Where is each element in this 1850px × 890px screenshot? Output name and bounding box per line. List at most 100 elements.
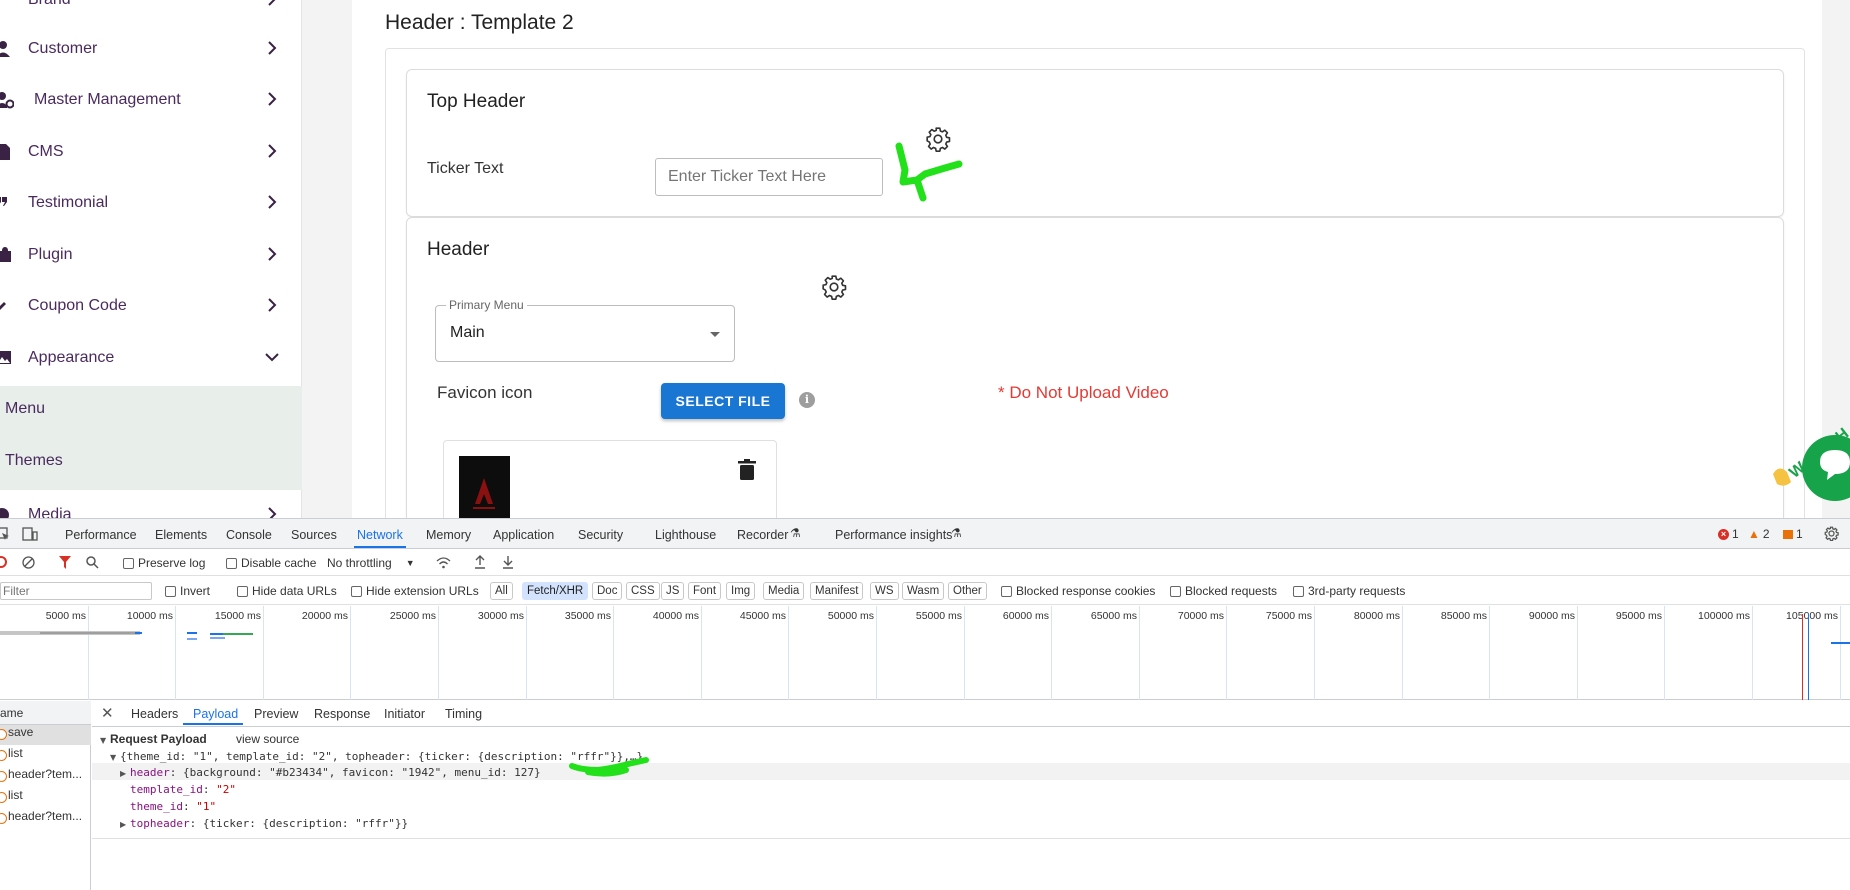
detail-tab-response[interactable]: Response (314, 707, 370, 721)
type-filter-all[interactable]: All (490, 582, 513, 600)
info-icon[interactable]: i (799, 392, 815, 408)
checkbox[interactable] (1293, 585, 1304, 597)
network-conditions-icon[interactable] (436, 556, 451, 569)
devtools-tab-recorder[interactable]: Recorder (737, 528, 788, 542)
preserve-log-checkbox[interactable]: Preserve log (123, 556, 205, 570)
sidebar-item-plugin[interactable]: Plugin (0, 232, 302, 278)
primary-menu-select[interactable]: Primary Menu Main (435, 298, 735, 362)
detail-tab-preview[interactable]: Preview (254, 707, 298, 721)
type-filter-doc[interactable]: Doc (592, 582, 623, 600)
hide-data-urls-checkbox[interactable]: Hide data URLs (237, 584, 337, 598)
sidebar-subitem-themes[interactable]: Themes (5, 452, 63, 470)
error-count-badge[interactable]: × 1 (1718, 527, 1739, 541)
chevron-right-icon (268, 92, 277, 106)
detail-tab-initiator[interactable]: Initiator (384, 707, 425, 721)
devtools-tab-application[interactable]: Application (493, 528, 554, 542)
blocked-requests-checkbox[interactable]: Blocked requests (1170, 584, 1277, 598)
timeline-tick-label: 10000 ms (126, 610, 173, 622)
record-icon[interactable] (0, 556, 7, 568)
type-filter-media[interactable]: Media (763, 582, 805, 600)
settings-gear-icon[interactable] (821, 274, 847, 300)
type-filter-wasm[interactable]: Wasm (902, 582, 945, 600)
timeline-tick-label: 75000 ms (1265, 610, 1312, 622)
inspect-element-icon[interactable] (0, 527, 10, 541)
devtools-settings-icon[interactable] (1824, 526, 1839, 541)
type-filter-js[interactable]: JS (661, 582, 685, 600)
request-list-header[interactable]: ame (0, 701, 91, 725)
upload-icon[interactable] (474, 555, 486, 569)
throttling-select[interactable]: No throttling ▼ (327, 556, 415, 570)
devtools-tab-security[interactable]: Security (578, 528, 623, 542)
disable-cache-checkbox[interactable]: Disable cache (226, 556, 316, 570)
devtools-tab-network[interactable]: Network (357, 528, 403, 542)
devtools-tab-sources[interactable]: Sources (291, 528, 337, 542)
close-icon[interactable]: ✕ (101, 704, 114, 722)
select-file-button[interactable]: SELECT FILE (661, 383, 785, 419)
request-row-save[interactable]: save (0, 725, 91, 745)
third-party-requests-checkbox[interactable]: 3rd-party requests (1293, 584, 1405, 598)
sidebar-item-cms[interactable]: CMS (0, 129, 302, 175)
sidebar-item-coupon-code[interactable]: Coupon Code (0, 283, 302, 329)
checkbox[interactable] (123, 557, 134, 569)
timeline-request-bar (187, 632, 197, 634)
request-row-header[interactable]: header?tem... (0, 809, 91, 829)
sidebar-item-testimonial[interactable]: Testimonial (0, 180, 302, 226)
sidebar-item-appearance[interactable]: Appearance (0, 335, 302, 381)
detail-tab-headers[interactable]: Headers (131, 707, 178, 721)
payload-summary[interactable]: ▼ {theme_id: "1", template_id: "2", tophe… (110, 750, 643, 763)
search-icon[interactable] (86, 556, 99, 569)
timeline-gridline (1840, 606, 1841, 700)
issue-count-badge[interactable]: 1 (1783, 527, 1803, 541)
devtools-tab-memory[interactable]: Memory (426, 528, 471, 542)
detail-tab-timing[interactable]: Timing (445, 707, 482, 721)
payload-topheader-row[interactable]: ▶ topheader: {ticker: {description: "rffr… (120, 817, 408, 830)
filter-input[interactable] (0, 582, 152, 600)
timeline-gridline (788, 606, 789, 700)
checkbox[interactable] (237, 585, 248, 597)
checkbox[interactable] (351, 585, 362, 597)
devtools-tab-elements[interactable]: Elements (155, 528, 207, 542)
sidebar-item-customer[interactable]: Customer (0, 26, 302, 72)
sidebar-item-master-management[interactable]: Master Management (0, 77, 302, 123)
devtools-tab-performance-insights[interactable]: Performance insights (835, 528, 952, 542)
type-filter-manifest[interactable]: Manifest (810, 582, 864, 600)
devtools-tab-lighthouse[interactable]: Lighthouse (655, 528, 716, 542)
delete-trash-icon[interactable] (738, 459, 756, 481)
chat-widget[interactable]: We Are H (1765, 400, 1850, 518)
type-filter-fetch-xhr[interactable]: Fetch/XHR (522, 582, 589, 600)
app-window: Brand Customer Master Management CMS Tes… (0, 0, 1850, 518)
checkbox[interactable] (1001, 585, 1012, 597)
hide-extension-urls-checkbox[interactable]: Hide extension URLs (351, 584, 479, 598)
type-filter-ws[interactable]: WS (870, 582, 899, 600)
request-row-list[interactable]: list (0, 746, 91, 766)
clear-icon[interactable] (22, 556, 35, 569)
download-icon[interactable] (502, 555, 514, 569)
ticker-text-input[interactable] (655, 158, 883, 196)
detail-tab-payload[interactable]: Payload (193, 707, 238, 721)
devtools-tab-console[interactable]: Console (226, 528, 272, 542)
invert-checkbox[interactable]: Invert (165, 584, 210, 598)
payload-header-row[interactable]: ▶ header: {background: "#b23434", favicon… (120, 766, 541, 779)
active-detail-tab-indicator (183, 723, 243, 725)
sidebar-subitem-menu[interactable]: Menu (5, 400, 45, 418)
type-filter-css[interactable]: CSS (626, 582, 660, 600)
type-filter-font[interactable]: Font (688, 582, 722, 600)
payload-section-title[interactable]: ▼ Request Payload (100, 732, 207, 746)
checkbox[interactable] (165, 585, 176, 597)
sidebar-item-media[interactable]: Media (0, 492, 302, 518)
network-timeline[interactable]: 5000 ms 10000 ms 15000 ms 20000 ms 25000 ms 3… (0, 606, 1850, 700)
timeline-tick-label: 105000 ms (1786, 610, 1838, 622)
view-source-link[interactable]: view source (236, 732, 299, 746)
sidebar-item-brand[interactable]: Brand (0, 0, 302, 23)
type-filter-other[interactable]: Other (948, 582, 987, 600)
warning-count-badge[interactable]: ▲ 2 (1748, 527, 1770, 541)
type-filter-img[interactable]: Img (726, 582, 756, 600)
devtools-tab-performance[interactable]: Performance (65, 528, 137, 542)
device-toolbar-icon[interactable] (22, 527, 38, 541)
request-row-list[interactable]: list (0, 788, 91, 808)
checkbox[interactable] (1170, 585, 1181, 597)
filter-icon[interactable] (59, 556, 71, 569)
request-row-header[interactable]: header?tem... (0, 767, 91, 787)
checkbox[interactable] (226, 557, 237, 569)
blocked-response-cookies-checkbox[interactable]: Blocked response cookies (1001, 584, 1155, 598)
